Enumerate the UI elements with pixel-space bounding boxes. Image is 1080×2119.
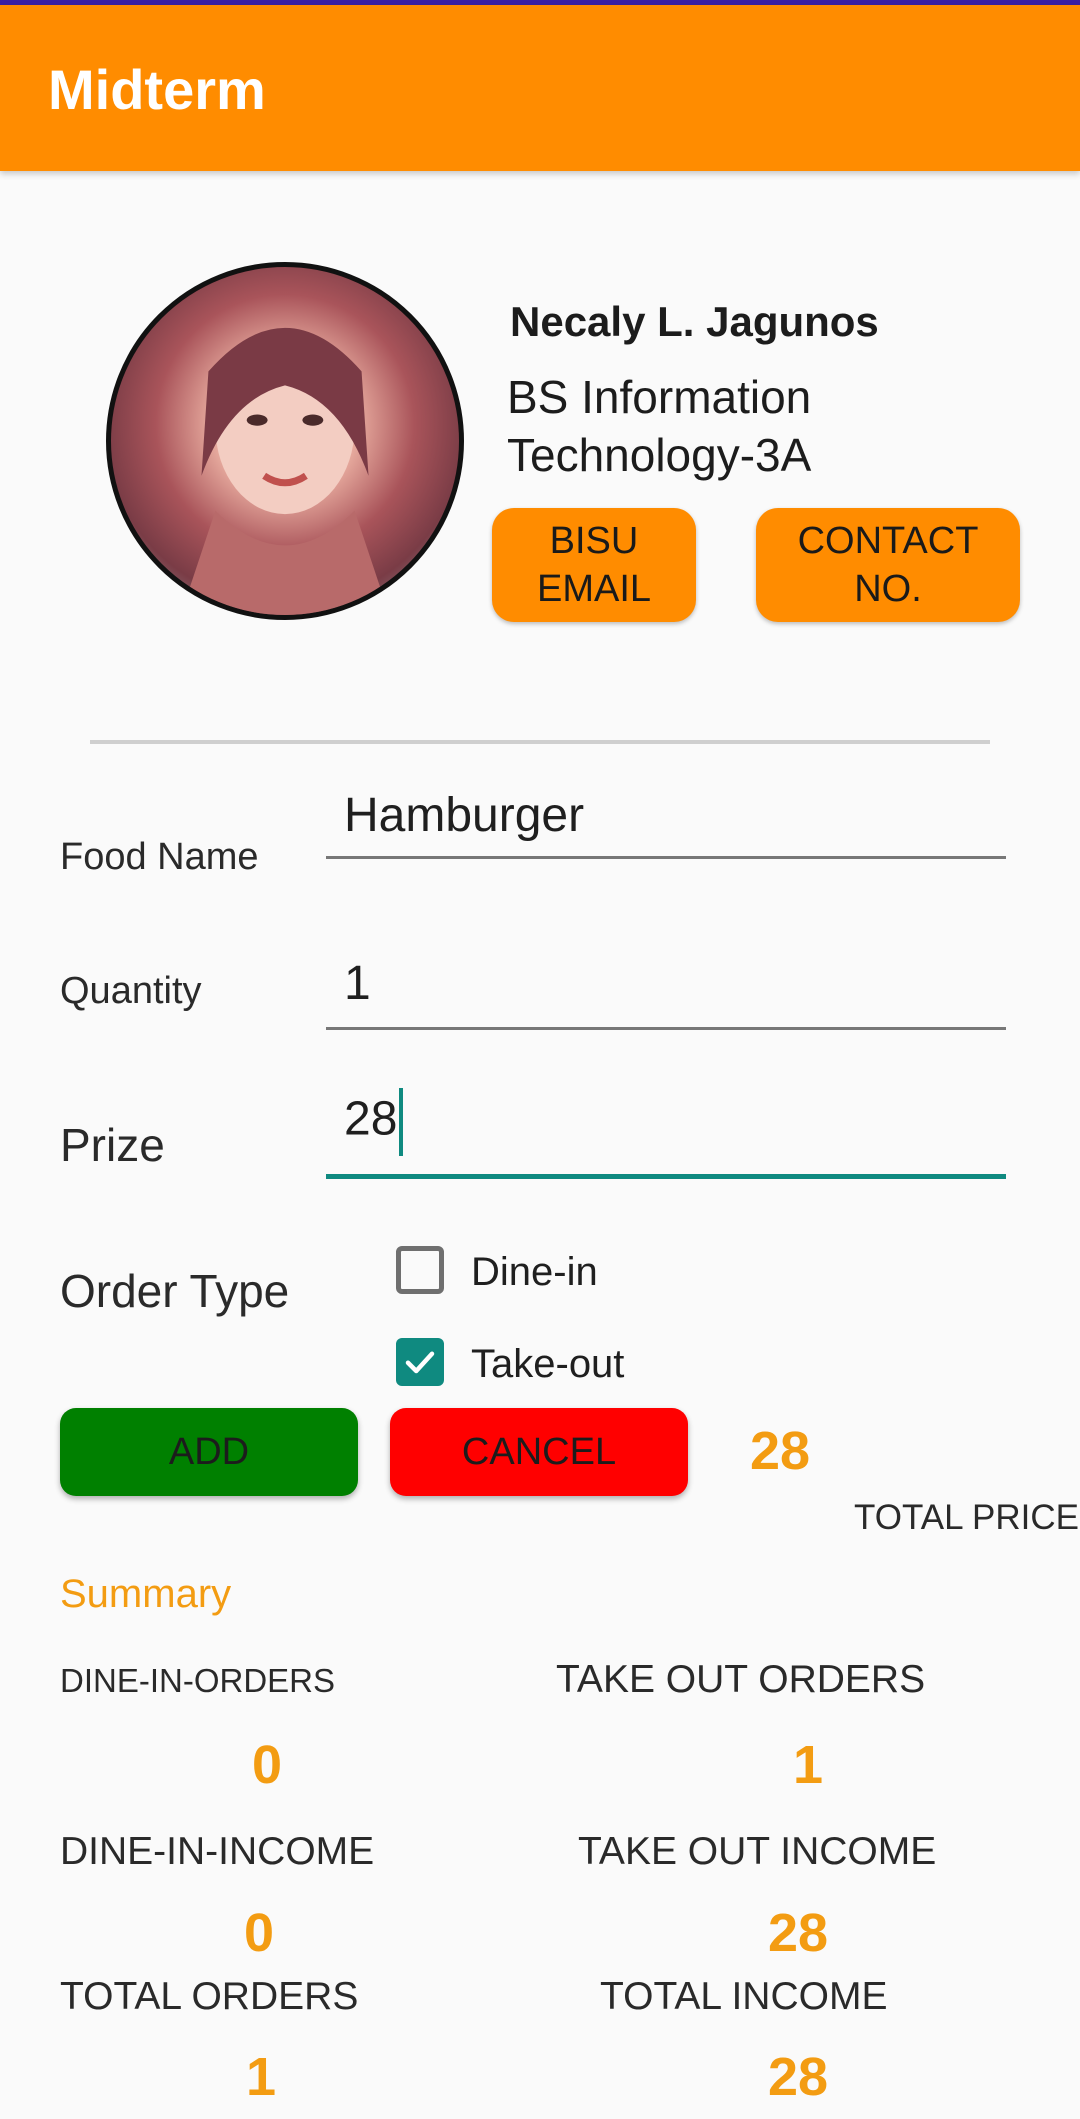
food-name-label: Food Name — [60, 836, 259, 878]
dine-in-orders-value: 0 — [252, 1735, 283, 1795]
prize-value: 28 — [344, 1092, 398, 1146]
app-bar: Midterm — [0, 5, 1080, 171]
quantity-label: Quantity — [60, 970, 202, 1012]
take-out-income-label: TAKE OUT INCOME — [578, 1830, 937, 1873]
contact-line-1: CONTACT — [797, 520, 979, 562]
total-orders-value: 1 — [246, 2047, 277, 2107]
take-out-orders-value: 1 — [793, 1735, 824, 1795]
take-out-checkbox[interactable] — [396, 1338, 444, 1386]
text-cursor — [399, 1088, 404, 1156]
dine-in-income-value: 0 — [244, 1903, 275, 1963]
dine-in-label[interactable]: Dine-in — [471, 1250, 598, 1295]
check-icon — [405, 1351, 435, 1374]
take-out-income-value: 28 — [768, 1903, 829, 1963]
take-out-label[interactable]: Take-out — [471, 1342, 624, 1387]
quantity-value: 1 — [344, 957, 371, 1010]
dine-in-orders-label: DINE-IN-ORDERS — [60, 1662, 336, 1699]
avatar-portrait-icon — [180, 327, 390, 615]
total-price-label: TOTAL PRICE — [854, 1498, 1079, 1537]
contact-line-2: NO. — [854, 568, 922, 610]
prize-input[interactable]: 28 — [326, 1086, 1006, 1179]
section-divider — [90, 740, 990, 744]
total-price-value: 28 — [750, 1421, 811, 1481]
bisu-email-button[interactable]: BISU EMAIL — [492, 508, 696, 622]
dine-in-checkbox[interactable] — [396, 1246, 444, 1294]
prize-label: Prize — [60, 1119, 165, 1171]
student-name: Necaly L. Jagunos — [510, 298, 879, 345]
food-name-input[interactable]: Hamburger — [326, 784, 1006, 859]
order-type-label: Order Type — [60, 1265, 290, 1317]
program-line-1: BS Information — [507, 371, 812, 423]
cancel-button[interactable]: CANCEL — [390, 1408, 688, 1496]
add-button[interactable]: ADD — [60, 1408, 358, 1496]
dine-in-income-label: DINE-IN-INCOME — [60, 1830, 375, 1873]
quantity-input[interactable]: 1 — [326, 950, 1006, 1030]
program-line-2: Technology-3A — [507, 429, 812, 481]
profile-avatar — [106, 262, 464, 620]
bisu-email-line-1: BISU — [549, 520, 639, 562]
food-name-value: Hamburger — [344, 789, 585, 842]
take-out-orders-label: TAKE OUT ORDERS — [556, 1658, 926, 1701]
contact-no-button[interactable]: CONTACT NO. — [756, 508, 1020, 622]
bisu-email-line-2: EMAIL — [536, 568, 652, 610]
student-program: BS Information Technology-3A — [507, 368, 887, 484]
summary-title: Summary — [60, 1572, 232, 1616]
total-orders-label: TOTAL ORDERS — [60, 1975, 359, 2018]
app-title: Midterm — [48, 58, 266, 121]
total-income-value: 28 — [768, 2047, 829, 2107]
total-income-label: TOTAL INCOME — [600, 1975, 888, 2018]
prize-value-wrap: 28 — [344, 1088, 404, 1156]
